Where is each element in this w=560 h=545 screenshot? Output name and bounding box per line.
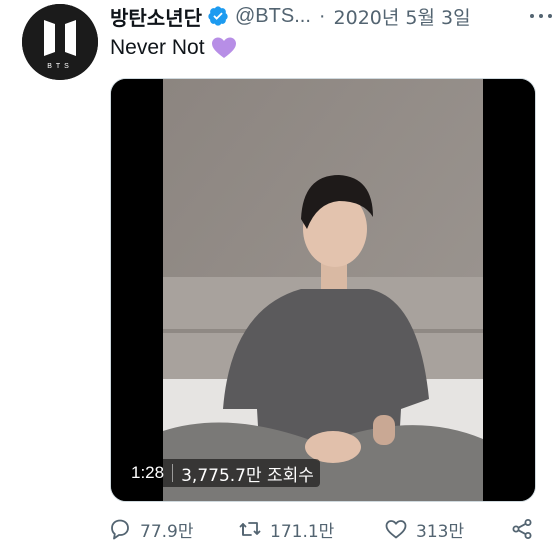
video-info-overlay: 1:28 3,775.7만 조회수: [125, 459, 320, 487]
bts-logo-icon: BTS: [22, 4, 98, 80]
retweet-icon: [239, 522, 261, 536]
share-icon: [512, 519, 532, 539]
avatar[interactable]: BTS: [22, 4, 98, 80]
author-name[interactable]: 방탄소년단: [110, 2, 202, 31]
tweet-text-content: Never Not: [110, 36, 205, 59]
tweet-actions: 77.9만 171.1만 313만: [108, 514, 548, 544]
purple-heart-emoji-icon: [211, 37, 236, 58]
overlay-divider: [172, 464, 174, 482]
tweet-date[interactable]: 2020년 5월 3일: [334, 3, 471, 30]
like-button[interactable]: 313만: [384, 514, 464, 544]
video-views: 3,775.7만 조회수: [181, 465, 314, 486]
avatar-logo-text: BTS: [47, 63, 73, 70]
retweet-count: 171.1만: [270, 521, 335, 542]
video-player[interactable]: 1:28 3,775.7만 조회수: [110, 78, 536, 502]
retweet-button[interactable]: 171.1만: [238, 514, 334, 544]
like-count: 313만: [416, 521, 465, 542]
reply-icon: [111, 519, 129, 540]
more-options-icon[interactable]: [530, 6, 552, 26]
like-heart-icon: [385, 520, 407, 539]
reply-button[interactable]: 77.9만: [108, 514, 194, 544]
share-button[interactable]: [510, 514, 534, 544]
author-handle[interactable]: @BTS...: [235, 5, 311, 28]
video-duration: 1:28: [131, 463, 165, 482]
video-thumbnail: [111, 79, 535, 501]
tweet-text: Never Not: [110, 34, 237, 62]
tweet-header: 방탄소년단 @BTS... · 2020년 5월 3일: [110, 0, 550, 32]
verified-badge-icon: [208, 6, 228, 26]
reply-count: 77.9만: [140, 521, 194, 542]
separator-dot: ·: [318, 4, 326, 27]
